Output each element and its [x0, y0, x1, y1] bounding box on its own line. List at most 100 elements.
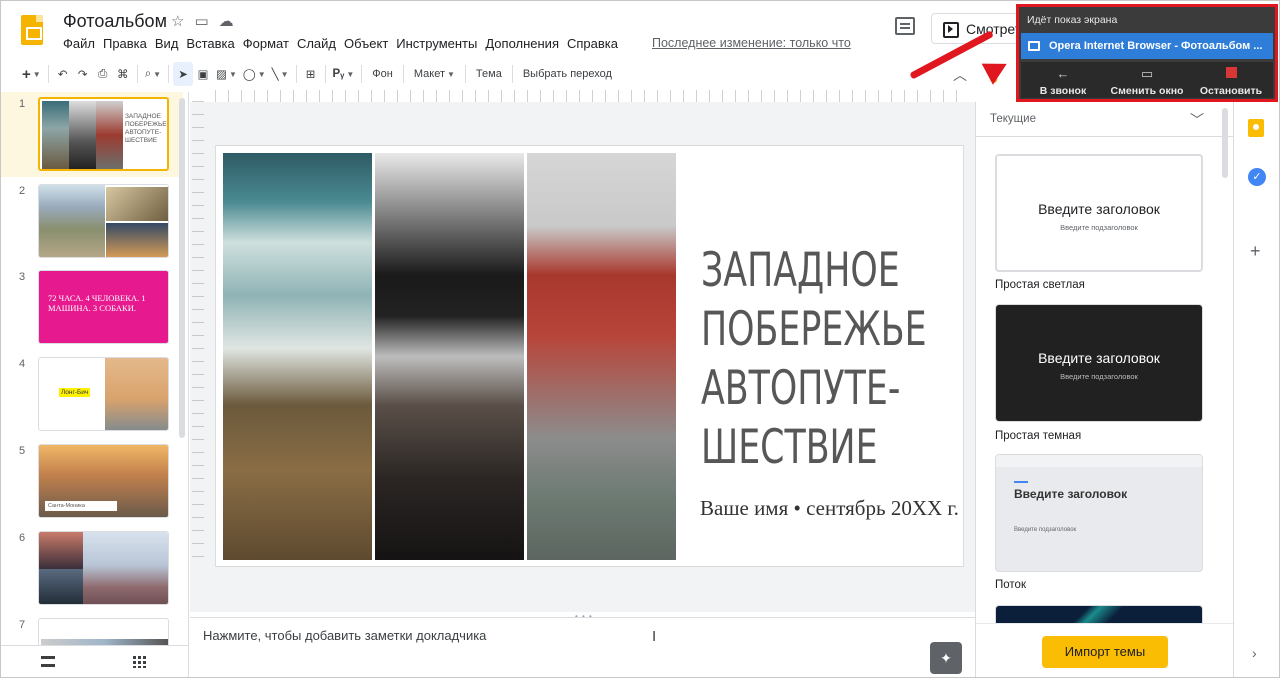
layout-label: Макет — [413, 68, 445, 80]
slide-title[interactable]: ЗАПАДНОЕ ПОБЕРЕЖЬЕ АВТОПУТЕ- ШЕСТВИЕ — [701, 241, 927, 477]
new-slide-button[interactable]: + ▼ — [19, 62, 44, 86]
thumb-label-yellow: Лонг-Бич — [59, 388, 91, 397]
themes-scrollbar[interactable] — [1222, 108, 1228, 178]
theme-card-band — [996, 455, 1202, 467]
redo-icon[interactable]: ↷ — [73, 62, 93, 86]
filmstrip-view-icon[interactable] — [41, 656, 55, 667]
shared-tab-label: Opera Internet Browser - Фотоальбом ... — [1049, 40, 1263, 52]
thumb-photo-bridge — [96, 101, 123, 169]
slide-title-line: ПОБЕРЕЖЬЕ — [701, 302, 927, 357]
theme-simple-light[interactable]: Введите заголовок Введите подзаголовок — [995, 154, 1203, 272]
slide-title-line: ЗАПАДНОЕ — [701, 243, 900, 298]
comments-icon[interactable] — [895, 17, 915, 35]
toolbar-divider — [324, 65, 326, 83]
speaker-notes-placeholder: Нажмите, чтобы добавить заметки докладчи… — [203, 628, 487, 643]
themes-section-label: Текущие — [990, 113, 1036, 125]
slide-thumbnail-2[interactable] — [38, 184, 169, 258]
add-comment-icon[interactable]: ⊞ — [301, 62, 321, 86]
change-window-button[interactable]: ▭ Сменить окно — [1105, 66, 1189, 97]
slide-subtitle[interactable]: Ваше имя • сентябрь 20XX г. — [700, 496, 959, 521]
shape-icon[interactable]: ◯ ▼ — [240, 62, 269, 86]
menu-slide[interactable]: Слайд — [297, 36, 341, 51]
menu-file[interactable]: Файл — [63, 36, 100, 51]
image-icon[interactable]: ▨ ▼ — [213, 62, 240, 86]
go-to-call-button[interactable]: ← В звонок — [1021, 66, 1105, 97]
title-icons: ☆ ▭ ☁ — [171, 12, 234, 30]
last-edit-link[interactable]: Последнее изменение: только что — [652, 36, 851, 50]
import-theme-button[interactable]: Импорт темы — [1042, 636, 1168, 668]
toolbar-divider — [295, 65, 297, 83]
toolbar-divider — [168, 65, 170, 83]
menu-insert[interactable]: Вставка — [186, 36, 239, 51]
tasks-icon[interactable]: ✓ — [1248, 168, 1266, 186]
photo-golden-gate-bridge[interactable] — [527, 153, 676, 560]
menu-edit[interactable]: Правка — [103, 36, 152, 51]
line-icon[interactable]: ╲ ▼ — [269, 62, 292, 86]
menu-bar: Файл Правка Вид Вставка Формат Слайд Объ… — [63, 36, 626, 51]
shared-tab[interactable]: Opera Internet Browser - Фотоальбом ... — [1021, 33, 1273, 59]
background-button[interactable]: Фон — [366, 62, 399, 86]
slide-title-line: ШЕСТВИЕ — [701, 420, 878, 475]
chevron-down-icon[interactable]: ﹀ — [1190, 110, 1204, 130]
text-cursor-icon: I — [652, 628, 657, 645]
explore-icon[interactable]: ✦ — [930, 642, 962, 674]
keep-icon[interactable] — [1248, 119, 1264, 137]
theme-name: Поток — [995, 579, 1026, 591]
document-title[interactable]: Фотоальбом — [63, 11, 167, 32]
select-cursor-icon[interactable]: ➤ — [173, 62, 194, 86]
themes-footer: Импорт темы — [976, 623, 1234, 677]
chevron-right-icon[interactable]: › — [1252, 645, 1257, 661]
theme-card-subtitle: Введите подзаголовок — [1060, 372, 1138, 381]
speaker-notes[interactable]: Нажмите, чтобы добавить заметки докладчи… — [190, 617, 975, 677]
menu-help[interactable]: Справка — [567, 36, 623, 51]
star-icon[interactable]: ☆ — [171, 12, 184, 30]
cloud-status-icon[interactable]: ☁ — [219, 12, 234, 30]
toolbar-divider — [511, 65, 513, 83]
slides-logo-icon[interactable] — [21, 15, 43, 45]
menu-object[interactable]: Объект — [344, 36, 393, 51]
filmstrip-scrollbar[interactable] — [179, 98, 185, 438]
theme-simple-dark[interactable]: Введите заголовок Введите подзаголовок — [995, 304, 1203, 422]
slide-thumbnail-6[interactable] — [38, 531, 169, 605]
stop-sharing-button[interactable]: Остановить — [1189, 66, 1273, 97]
thumb-photo-6a — [39, 532, 83, 569]
toolbar-divider — [464, 65, 466, 83]
themes-panel: Текущие ﹀ Введите заголовок Введите подз… — [975, 102, 1234, 677]
current-slide[interactable]: ЗАПАДНОЕ ПОБЕРЕЖЬЕ АВТОПУТЕ- ШЕСТВИЕ Ваш… — [216, 146, 963, 566]
move-folder-icon[interactable]: ▭ — [194, 12, 208, 30]
themes-section-header[interactable]: Текущие ﹀ — [976, 102, 1234, 137]
text-box-icon[interactable]: ▣ — [193, 62, 213, 86]
menu-format[interactable]: Формат — [243, 36, 294, 51]
slide-thumbnail-5[interactable]: Санта-Моника — [38, 444, 169, 518]
thumb-photo-2a — [106, 187, 168, 221]
screen-share-popup: Идёт показ экрана Opera Internet Browser… — [1016, 4, 1278, 102]
grid-view-icon[interactable] — [133, 656, 147, 668]
theme-accent-line — [1014, 481, 1028, 483]
paint-format-icon[interactable]: ⌘ — [113, 62, 133, 86]
photo-ocean-rocks[interactable] — [223, 153, 372, 560]
slide-thumbnail-4[interactable]: Лонг-Бич — [38, 357, 169, 431]
chevron-up-icon[interactable]: ︿ — [953, 65, 967, 85]
thumb-photo-6c — [83, 532, 168, 604]
slide-thumbnail-3[interactable]: 72 ЧАСА. 4 ЧЕЛОВЕКА. 1 МАШИНА. 3 СОБАКИ. — [38, 270, 169, 344]
thumb-photo-boardwalk — [39, 185, 105, 257]
toolbar-divider — [136, 65, 138, 83]
filmstrip-view-bar — [1, 645, 189, 677]
slide-thumbnail-7[interactable] — [38, 618, 169, 645]
add-addon-icon[interactable]: + — [1250, 241, 1261, 262]
slide-thumbnail-1[interactable]: ЗАПАДНОЕ ПОБЕРЕЖЬЕ АВТОПУТЕ-ШЕСТВИЕ — [38, 97, 169, 171]
layout-button[interactable]: Макет ▼ — [408, 62, 461, 86]
theme-flow[interactable]: Введите заголовок Введите подзаголовок — [995, 454, 1203, 572]
photo-walking-feet[interactable] — [375, 153, 524, 560]
transition-button[interactable]: Выбрать переход — [517, 62, 618, 86]
menu-addons[interactable]: Дополнения — [485, 36, 564, 51]
screen-share-title: Идёт показ экрана — [1027, 14, 1118, 26]
theme-button[interactable]: Тема — [470, 62, 508, 86]
input-tools-icon[interactable]: Pᵧ ▼ — [330, 62, 358, 86]
menu-tools[interactable]: Инструменты — [396, 36, 482, 51]
menu-view[interactable]: Вид — [155, 36, 184, 51]
undo-icon[interactable]: ↶ — [53, 62, 73, 86]
zoom-icon[interactable]: ⌕ ▼ — [142, 62, 164, 86]
print-icon[interactable]: ⎙ — [93, 62, 113, 86]
change-window-label: Сменить окно — [1110, 85, 1184, 97]
